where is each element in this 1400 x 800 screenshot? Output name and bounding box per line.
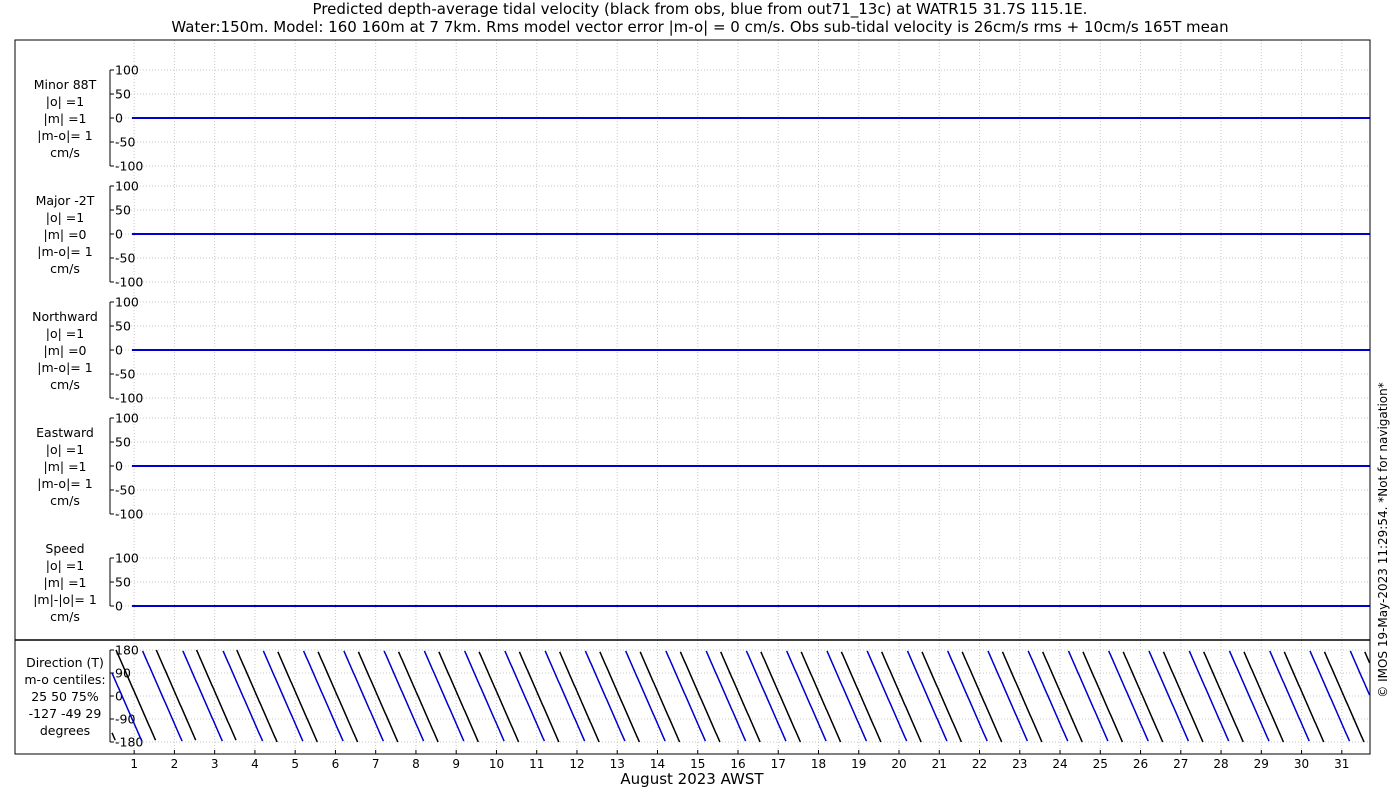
panel-label-minor-line-2: |m| =1: [44, 111, 87, 126]
tidal-velocity-figure: Predicted depth-average tidal velocity (…: [0, 0, 1400, 800]
x-tick-label: 9: [452, 757, 460, 771]
panel-label-northward-line-4: cm/s: [50, 377, 80, 392]
x-tick-label: 19: [851, 757, 866, 771]
panel-label-speed-line-4: cm/s: [50, 609, 80, 624]
panel-major: Major -2T |o| =1 |m| =0 |m-o|= 1 cm/s 100 50 0 -…: [36, 179, 1370, 290]
panel-minor: Minor 88T |o| =1 |m| =1 |m-o|= 1 cm/s 100 50 0 -…: [34, 63, 1370, 174]
panel-label-northward-line-0: Northward: [32, 309, 98, 324]
panel-label-eastward-line-3: |m-o|= 1: [37, 476, 92, 491]
x-tick-label: 31: [1334, 757, 1349, 771]
panel-label-direction-line-0: Direction (T): [26, 655, 104, 670]
panel-label-major-line-1: |o| =1: [46, 210, 84, 225]
x-tick-label: 21: [932, 757, 947, 771]
x-tick-label: 12: [569, 757, 584, 771]
y-tick-label-minor: 50: [115, 87, 131, 102]
panel-label-minor-line-0: Minor 88T: [34, 77, 97, 92]
panel-label-major-line-0: Major -2T: [36, 193, 95, 208]
panel-label-speed-line-0: Speed: [45, 541, 84, 556]
panel-label-minor-line-1: |o| =1: [46, 94, 84, 109]
x-tick-label: 23: [1012, 757, 1027, 771]
panels: Minor 88T|o| =1|m| =1|m-o|= 1cm/s100500-…: [24, 63, 1371, 771]
panel-label-speed-line-1: |o| =1: [46, 558, 84, 573]
panel-label-speed-line-3: |m|-|o|= 1: [33, 592, 97, 607]
y-tick-label-eastward: 100: [115, 411, 139, 426]
y-tick-label-minor: -100: [115, 159, 143, 174]
x-tick-label: 28: [1213, 757, 1228, 771]
x-tick-label: 26: [1133, 757, 1148, 771]
panel-label-direction-line-2: 25 50 75%: [31, 689, 99, 704]
panel-label-speed-line-2: |m| =1: [44, 575, 87, 590]
y-tick-label-eastward: 50: [115, 435, 131, 450]
panel-speed: Speed |o| =1 |m| =1 |m|-|o|= 1 cm/s 100 50 0: [33, 541, 1370, 624]
y-tick-label-major: 0: [115, 227, 123, 242]
y-tick-label-northward: 100: [115, 295, 139, 310]
x-tick-label: 18: [811, 757, 826, 771]
panel-eastward: Eastward |o| =1 |m| =1 |m-o|= 1 cm/s 100 50 0 -5…: [36, 411, 1370, 522]
x-tick-label: 24: [1052, 757, 1067, 771]
x-tick-label: 7: [372, 757, 380, 771]
panel-label-major-line-4: cm/s: [50, 261, 80, 276]
x-tick-label: 6: [332, 757, 340, 771]
x-tick-label: 10: [489, 757, 504, 771]
x-tick-label: 29: [1254, 757, 1269, 771]
panel-northward: Northward |o| =1 |m| =0 |m-o|= 1 cm/s 100 50 0 -…: [32, 295, 1370, 406]
y-tick-label-eastward: -100: [115, 507, 143, 522]
panel-label-major-line-3: |m-o|= 1: [37, 244, 92, 259]
y-tick-label-speed: 100: [115, 551, 139, 566]
x-tick-label: 2: [171, 757, 179, 771]
x-tick-label: 25: [1093, 757, 1108, 771]
panel-label-northward-line-2: |m| =0: [44, 343, 87, 358]
x-tick-label: 15: [690, 757, 705, 771]
x-tick-label: 13: [610, 757, 625, 771]
plot-area: Minor 88T|o| =1|m| =1|m-o|= 1cm/s100500-…: [14, 39, 1390, 788]
x-tick-label: 27: [1173, 757, 1188, 771]
panel-label-direction-line-1: m-o centiles:: [24, 672, 105, 687]
y-tick-label-northward: -100: [115, 391, 143, 406]
y-tick-label-major: -50: [115, 251, 135, 266]
panel-label-eastward-line-2: |m| =1: [44, 459, 87, 474]
y-tick-label-eastward: -50: [115, 483, 135, 498]
y-tick-label-major: 100: [115, 179, 139, 194]
panel-label-northward-line-1: |o| =1: [46, 326, 84, 341]
panel-label-minor-line-4: cm/s: [50, 145, 80, 160]
y-tick-label-northward: -50: [115, 367, 135, 382]
x-tick-label: 1: [130, 757, 138, 771]
panel-label-northward-line-3: |m-o|= 1: [37, 360, 92, 375]
y-tick-label-minor: -50: [115, 135, 135, 150]
copyright-note: © IMOS 19-May-2023 11:29:54. *Not for na…: [1376, 382, 1390, 698]
panel-label-eastward-line-0: Eastward: [36, 425, 94, 440]
x-tick-label: 16: [730, 757, 745, 771]
panel-label-direction-line-4: degrees: [40, 723, 90, 738]
y-tick-label-minor: 0: [115, 111, 123, 126]
panel-label-minor-line-3: |m-o|= 1: [37, 128, 92, 143]
y-tick-label-speed: 50: [115, 575, 131, 590]
x-tick-label: 4: [251, 757, 259, 771]
y-tick-label-speed: 0: [115, 599, 123, 614]
x-tick-label: 3: [211, 757, 219, 771]
y-tick-label-major: -100: [115, 275, 143, 290]
grid-lines: [133, 40, 1343, 754]
x-tick-label: 8: [412, 757, 420, 771]
x-tick-label: 30: [1294, 757, 1309, 771]
y-tick-label-eastward: 0: [115, 459, 123, 474]
x-tick-label: 14: [650, 757, 665, 771]
panel-label-eastward-line-4: cm/s: [50, 493, 80, 508]
x-tick-label: 17: [771, 757, 786, 771]
y-tick-label-northward: 50: [115, 319, 131, 334]
panel-label-eastward-line-1: |o| =1: [46, 442, 84, 457]
panel-label-direction-line-3: -127 -49 29: [29, 706, 102, 721]
panel-direction: Direction (T) m-o centiles: 25 50 75% -127…: [24, 643, 1371, 771]
panel-label-major-line-2: |m| =0: [44, 227, 87, 242]
x-tick-label: 11: [529, 757, 544, 771]
x-axis-label: August 2023 AWST: [620, 770, 764, 788]
x-tick-label: 22: [972, 757, 987, 771]
y-tick-label-major: 50: [115, 203, 131, 218]
figure-frame: [14, 39, 1371, 755]
x-tick-label: 5: [291, 757, 299, 771]
y-tick-label-minor: 100: [115, 63, 139, 78]
x-tick-label: 20: [891, 757, 906, 771]
y-tick-label-northward: 0: [115, 343, 123, 358]
